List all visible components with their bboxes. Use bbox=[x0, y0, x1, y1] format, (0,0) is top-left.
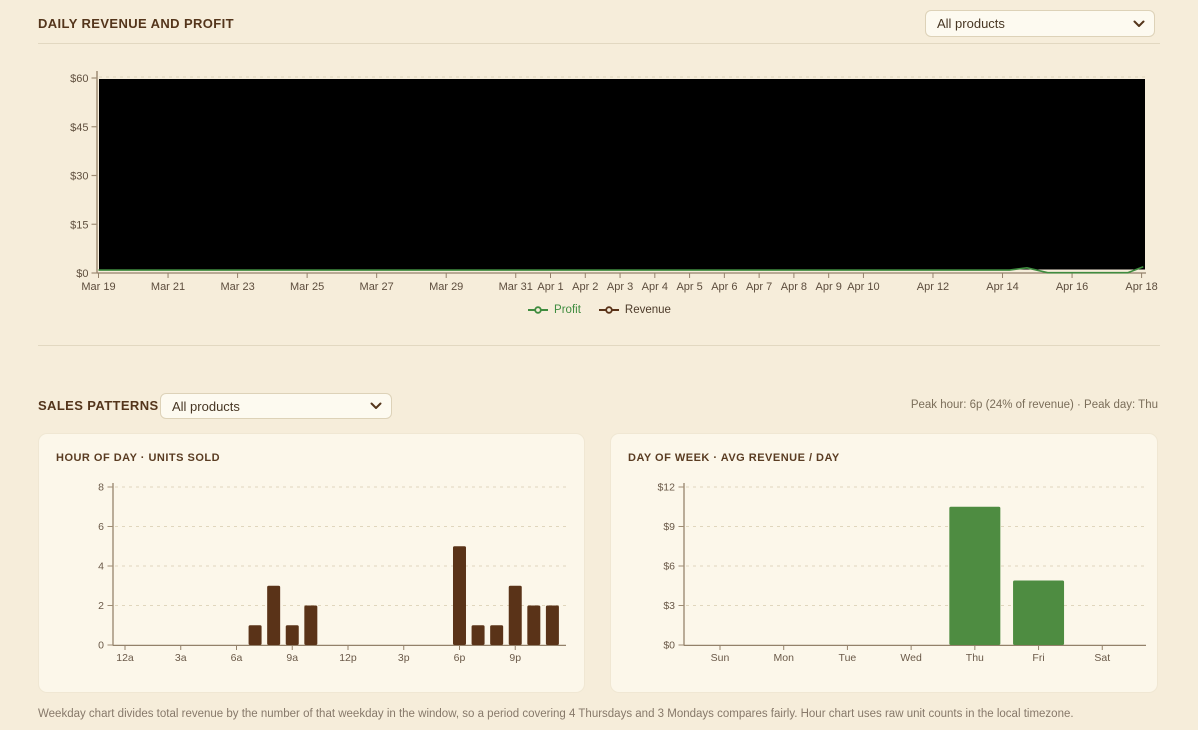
tick-label: 8 bbox=[98, 482, 104, 494]
tick-label: 0 bbox=[98, 640, 104, 652]
tick-label: Apr 2 bbox=[572, 281, 598, 293]
tick-label: 3p bbox=[398, 652, 410, 664]
tick-label: 2 bbox=[98, 600, 104, 612]
tick-label: Apr 6 bbox=[711, 281, 737, 293]
footer-note: Weekday chart divides total revenue by t… bbox=[38, 708, 1168, 720]
tick-label: 3a bbox=[175, 652, 187, 664]
tick-label: 6 bbox=[98, 521, 104, 533]
tick-label: Sun bbox=[711, 652, 730, 664]
tick-label: 6p bbox=[454, 652, 466, 664]
tick-label: Tue bbox=[839, 652, 857, 664]
product-filter-sales-select[interactable]: All products bbox=[160, 393, 392, 419]
tick-label: Mon bbox=[773, 652, 794, 664]
legend-item-revenue: Revenue bbox=[598, 304, 671, 316]
bar-hour-8 bbox=[267, 586, 280, 645]
tick-label: 9p bbox=[509, 652, 521, 664]
page-title: DAILY REVENUE AND PROFIT bbox=[38, 16, 234, 31]
day-of-week-card: DAY OF WEEK · AVG REVENUE / DAY $0$3$6$9… bbox=[610, 433, 1158, 693]
bar-hour-9 bbox=[286, 625, 299, 645]
tick-label: Fri bbox=[1032, 652, 1044, 664]
tick-label: Mar 21 bbox=[151, 281, 185, 293]
tick-label: 12p bbox=[339, 652, 357, 664]
bar-hour-18 bbox=[453, 546, 466, 645]
header-divider bbox=[38, 43, 1160, 44]
tick-label: Apr 3 bbox=[607, 281, 633, 293]
tick-label: Mar 29 bbox=[429, 281, 463, 293]
tick-label: Apr 12 bbox=[917, 281, 949, 293]
tick-label: $30 bbox=[70, 171, 88, 183]
tick-label: Thu bbox=[966, 652, 984, 664]
bar-hour-7 bbox=[249, 625, 262, 645]
tick-label: Apr 1 bbox=[537, 281, 563, 293]
legend-item-profit: Profit bbox=[527, 304, 581, 316]
bar-hour-22 bbox=[527, 606, 540, 646]
tick-label: $12 bbox=[657, 481, 675, 493]
hour-of-day-chart: 0 2 4 6 8 12a 3a 6a 9a 12p 3p 6p 9p bbox=[39, 434, 584, 692]
tick-label: Mar 25 bbox=[290, 281, 324, 293]
product-filter-top-select[interactable]: All products bbox=[925, 10, 1155, 37]
tick-label: Apr 16 bbox=[1056, 281, 1088, 293]
tick-label: 12a bbox=[116, 652, 134, 664]
bar-thu bbox=[949, 507, 1000, 645]
tick-label: Sat bbox=[1094, 652, 1110, 664]
legend-label-revenue: Revenue bbox=[625, 304, 671, 316]
peak-summary: Peak hour: 6p (24% of revenue) · Peak da… bbox=[911, 399, 1158, 411]
bar-hour-21 bbox=[509, 586, 522, 645]
tick-label: 4 bbox=[98, 561, 104, 573]
tick-label: Apr 8 bbox=[781, 281, 807, 293]
tick-label: $0 bbox=[76, 268, 88, 280]
tick-label: Apr 5 bbox=[676, 281, 702, 293]
bar-hour-10 bbox=[304, 606, 317, 646]
tick-label: Mar 27 bbox=[360, 281, 394, 293]
product-filter-top[interactable]: All products bbox=[925, 10, 1155, 37]
plot-blackout-rect bbox=[99, 79, 1145, 270]
tick-label: Mar 19 bbox=[81, 281, 115, 293]
daily-revenue-profit-chart: $0 $15 $30 $45 $60 Mar 19 Mar 21 Mar 23 Mar 25 Ma… bbox=[0, 50, 1198, 298]
tick-label: $3 bbox=[663, 600, 675, 612]
day-of-week-chart: $0 $3 $6 $9 $12 Sun Mon Tue Wed Thu Fri Sat bbox=[611, 434, 1157, 692]
bar-hour-23 bbox=[546, 606, 559, 646]
bar-hour-20 bbox=[490, 625, 503, 645]
bar-fri bbox=[1013, 580, 1064, 645]
tick-label: $15 bbox=[70, 219, 88, 231]
tick-label: Mar 23 bbox=[220, 281, 254, 293]
tick-label: 9a bbox=[286, 652, 298, 664]
tick-label: Apr 4 bbox=[642, 281, 668, 293]
revenue-line-marker-icon bbox=[598, 305, 620, 315]
tick-label: $60 bbox=[70, 73, 88, 85]
tick-label: $9 bbox=[663, 521, 675, 533]
tick-label: Wed bbox=[900, 652, 922, 664]
chart-legend: Profit Revenue bbox=[0, 304, 1198, 316]
tick-label: 6a bbox=[231, 652, 243, 664]
tick-label: Mar 31 bbox=[499, 281, 533, 293]
tick-label: $45 bbox=[70, 122, 88, 134]
tick-label: Apr 7 bbox=[746, 281, 772, 293]
sales-patterns-title: SALES PATTERNS bbox=[38, 398, 159, 413]
legend-label-profit: Profit bbox=[554, 304, 581, 316]
bar-hour-19 bbox=[472, 625, 485, 645]
hour-of-day-card: HOUR OF DAY · UNITS SOLD 0246812a3a6a9a1… bbox=[38, 433, 585, 693]
profit-line-marker-icon bbox=[527, 305, 549, 315]
tick-label: Apr 10 bbox=[847, 281, 879, 293]
tick-label: Apr 14 bbox=[986, 281, 1018, 293]
tick-label: $0 bbox=[663, 640, 675, 652]
product-filter-sales[interactable]: All products bbox=[160, 393, 392, 419]
tick-label: Apr 18 bbox=[1125, 281, 1157, 293]
tick-label: $6 bbox=[663, 560, 675, 572]
tick-label: Apr 9 bbox=[816, 281, 842, 293]
section-divider bbox=[38, 345, 1160, 346]
